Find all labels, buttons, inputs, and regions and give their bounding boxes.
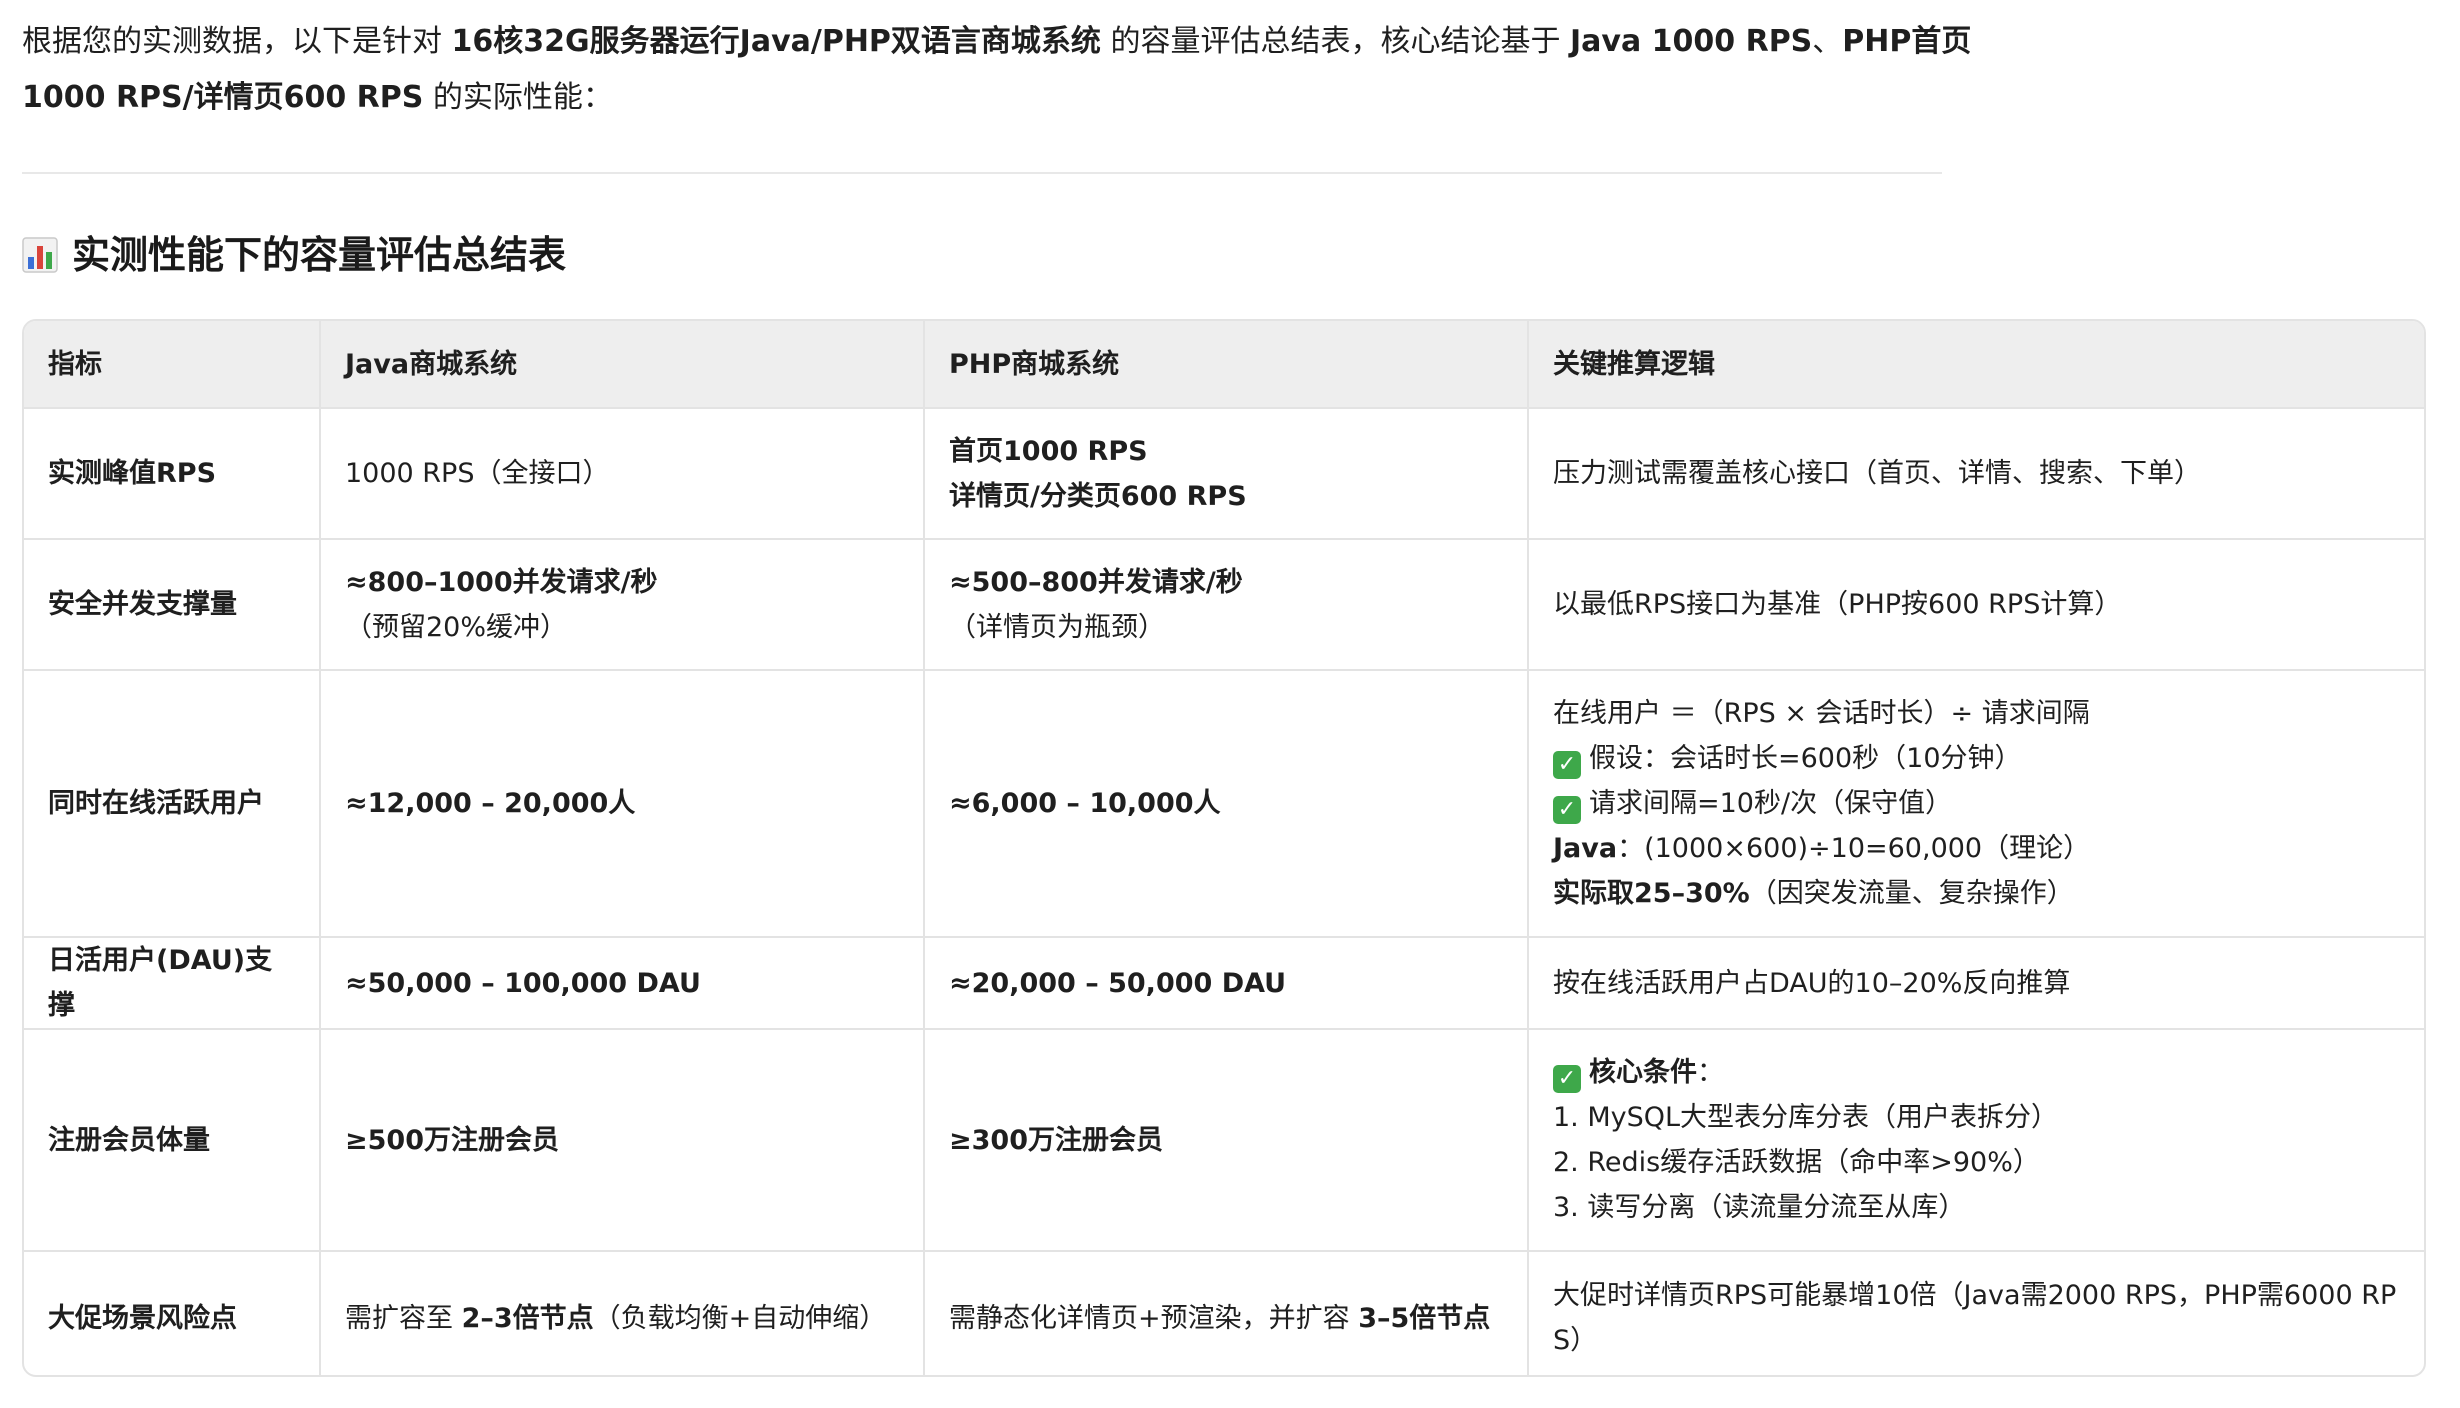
table-row: 大促场景风险点 需扩容至 2–3倍节点（负载均衡+自动伸缩） 需静态化详情页+预… — [24, 1251, 2424, 1375]
php-cell: ≈20,000 – 50,000 DAU — [924, 937, 1529, 1030]
java-calc-text: ：(1000×600)÷10=60,000（理论） — [1617, 833, 2091, 864]
core-conditions-label: 核心条件 — [1589, 1057, 1697, 1088]
php-note: （详情页为瓶颈） — [949, 611, 1165, 643]
php-cell: 需静态化详情页+预渲染，并扩容 3–5倍节点 — [924, 1251, 1529, 1375]
divider — [22, 172, 1942, 174]
java-label: Java — [1553, 833, 1618, 864]
php-line: 首页1000 RPS — [949, 435, 1148, 467]
java-cell: 需扩容至 2–3倍节点（负载均衡+自动伸缩） — [320, 1251, 925, 1375]
intro-text-c: 、 — [1812, 24, 1843, 59]
capacity-table-container: 指标 Java商城系统 PHP商城系统 关键推算逻辑 实测峰值RPS 1000 … — [22, 319, 2426, 1377]
logic-cell: 在线用户 ＝（RPS × 会话时长）÷ 请求间隔 ✓ 假设：会话时长=600秒（1… — [1528, 670, 2424, 938]
php-cell: ≈500–800并发请求/秒 （详情页为瓶颈） — [924, 539, 1529, 671]
php-cell: ≥300万注册会员 — [924, 1029, 1529, 1252]
header-php: PHP商城系统 — [924, 321, 1529, 409]
assumption-text: 假设：会话时长=600秒（10分钟） — [1589, 743, 2022, 774]
java-value: ≈800–1000并发请求/秒 — [345, 566, 658, 598]
table-row: 注册会员体量 ≥500万注册会员 ≥300万注册会员 ✓ 核心条件： 1. MyS… — [24, 1029, 2424, 1252]
table-row: 安全并发支撑量 ≈800–1000并发请求/秒 （预留20%缓冲） ≈500–8… — [24, 539, 2424, 671]
section-heading: 实测性能下的容量评估总结表 — [22, 222, 566, 288]
logic-assumption: ✓ 请求间隔=10秒/次（保守值） — [1553, 781, 2400, 826]
java-cell: ≈50,000 – 100,000 DAU — [320, 937, 925, 1030]
header-logic: 关键推算逻辑 — [1528, 321, 2424, 409]
logic-cell: ✓ 核心条件： 1. MySQL大型表分库分表（用户表拆分） 2. Redis缓存… — [1528, 1029, 2424, 1252]
actual-ratio: 实际取25–30% — [1553, 878, 1750, 909]
logic-formula: 在线用户 ＝（RPS × 会话时长）÷ 请求间隔 — [1553, 698, 2090, 729]
logic-cell: 大促时详情页RPS可能暴增10倍（Java需2000 RPS，PHP需6000 … — [1553, 1280, 2397, 1356]
logic-java-calc: Java：(1000×600)÷10=60,000（理论） — [1553, 826, 2400, 871]
java-cell: ≈800–1000并发请求/秒 （预留20%缓冲） — [320, 539, 925, 671]
check-icon: ✓ — [1553, 751, 1581, 779]
java-cell: ≈12,000 – 20,000人 — [320, 670, 925, 938]
logic-item: 2. Redis缓存活跃数据（命中率>90%） — [1553, 1147, 2040, 1178]
metric-cell: 注册会员体量 — [24, 1029, 321, 1252]
check-icon: ✓ — [1553, 796, 1581, 824]
metric-cell: 日活用户(DAU)支撑 — [24, 937, 321, 1030]
table-header-row: 指标 Java商城系统 PHP商城系统 关键推算逻辑 — [24, 321, 2424, 409]
java-note: （预留20%缓冲） — [345, 611, 568, 643]
java-cell: ≥500万注册会员 — [320, 1029, 925, 1252]
java-post: （负载均衡+自动伸缩） — [593, 1302, 887, 1334]
header-java: Java商城系统 — [320, 321, 925, 409]
logic-item: 3. 读写分离（读流量分流至从库） — [1553, 1192, 1966, 1223]
java-scale: 2–3倍节点 — [461, 1302, 594, 1334]
intro-text-b: 的容量评估总结表，核心结论基于 — [1100, 24, 1570, 59]
logic-cell: 压力测试需覆盖核心接口（首页、详情、搜索、下单） — [1528, 408, 2424, 540]
metric-cell: 同时在线活跃用户 — [24, 670, 321, 938]
logic-actual: 实际取25–30%（因突发流量、复杂操作） — [1553, 871, 2400, 916]
logic-assumption: ✓ 假设：会话时长=600秒（10分钟） — [1553, 736, 2400, 781]
actual-note: （因突发流量、复杂操作） — [1749, 878, 2074, 909]
colon: ： — [1697, 1057, 1724, 1088]
bar-chart-icon — [22, 237, 58, 273]
header-metric: 指标 — [24, 321, 321, 409]
intro-text-d: 的实际性能： — [423, 80, 613, 115]
metric-cell: 安全并发支撑量 — [24, 539, 321, 671]
table-row: 日活用户(DAU)支撑 ≈50,000 – 100,000 DAU ≈20,00… — [24, 937, 2424, 1030]
logic-item: 1. MySQL大型表分库分表（用户表拆分） — [1553, 1102, 2059, 1133]
intro-text-a: 根据您的实测数据，以下是针对 — [22, 24, 452, 59]
logic-title: ✓ 核心条件： — [1553, 1050, 2400, 1095]
capacity-table: 指标 Java商城系统 PHP商城系统 关键推算逻辑 实测峰值RPS 1000 … — [24, 321, 2424, 1375]
assumption-text: 请求间隔=10秒/次（保守值） — [1589, 788, 1953, 819]
php-cell: ≈6,000 – 10,000人 — [924, 670, 1529, 938]
intro-java-rps: Java 1000 RPS — [1570, 24, 1813, 59]
php-pre: 需静态化详情页+预渲染，并扩容 — [949, 1302, 1359, 1334]
intro-paragraph: 根据您的实测数据，以下是针对 16核32G服务器运行Java/PHP双语言商城系… — [22, 14, 1982, 126]
table-row: 同时在线活跃用户 ≈12,000 – 20,000人 ≈6,000 – 10,0… — [24, 670, 2424, 938]
java-pre: 需扩容至 — [345, 1302, 462, 1334]
logic-cell: 按在线活跃用户占DAU的10–20%反向推算 — [1528, 937, 2424, 1030]
php-scale: 3–5倍节点 — [1358, 1302, 1491, 1334]
section-title: 实测性能下的容量评估总结表 — [72, 233, 567, 277]
metric-cell: 实测峰值RPS — [24, 408, 321, 540]
php-cell: 首页1000 RPS 详情页/分类页600 RPS — [924, 408, 1529, 540]
check-icon: ✓ — [1553, 1065, 1581, 1093]
intro-server-spec: 16核32G服务器运行Java/PHP双语言商城系统 — [451, 24, 1101, 59]
logic-cell: 以最低RPS接口为基准（PHP按600 RPS计算） — [1528, 539, 2424, 671]
java-cell: 1000 RPS（全接口） — [320, 408, 925, 540]
php-line: 详情页/分类页600 RPS — [949, 480, 1247, 512]
php-value: ≈500–800并发请求/秒 — [949, 566, 1243, 598]
metric-cell: 大促场景风险点 — [24, 1251, 321, 1375]
table-row: 实测峰值RPS 1000 RPS（全接口） 首页1000 RPS 详情页/分类页… — [24, 408, 2424, 540]
